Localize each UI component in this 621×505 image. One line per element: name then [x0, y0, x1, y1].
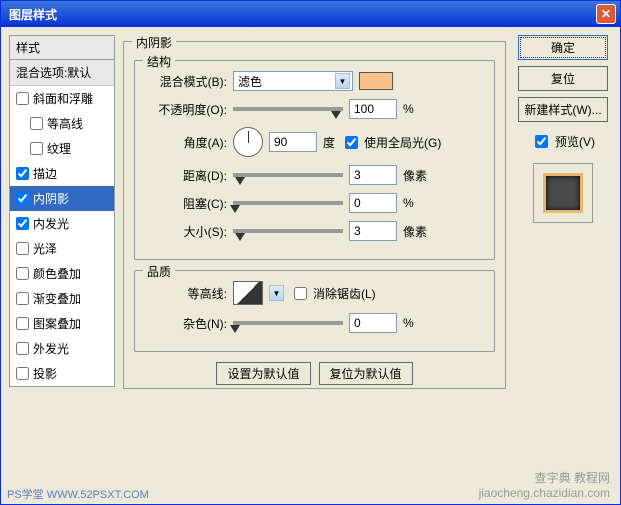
style-item[interactable]: 光泽 [10, 236, 114, 261]
antialias-checkbox[interactable]: 消除锯齿(L) [290, 284, 376, 303]
angle-input[interactable] [269, 132, 317, 152]
set-default-button[interactable]: 设置为默认值 [216, 362, 310, 385]
structure-group: 结构 混合模式(B): 滤色 ▼ 不透明度(O): % [134, 60, 495, 260]
style-label: 颜色叠加 [33, 265, 81, 282]
style-checkbox[interactable] [16, 367, 29, 380]
style-checkbox[interactable] [16, 342, 29, 355]
effect-title: 内阴影 [132, 34, 176, 51]
close-button[interactable]: ✕ [596, 4, 616, 24]
style-checkbox[interactable] [16, 217, 29, 230]
distance-slider[interactable] [233, 173, 343, 177]
styles-panel: 样式 混合选项:默认 斜面和浮雕等高线纹理描边内阴影内发光光泽颜色叠加渐变叠加图… [9, 35, 115, 496]
style-label: 外发光 [33, 340, 69, 357]
watermark-left: PS学堂 WWW.52PSXT.COM [7, 486, 149, 502]
quality-title: 品质 [143, 263, 175, 280]
style-label: 内阴影 [33, 190, 69, 207]
style-checkbox[interactable] [16, 167, 29, 180]
blend-mode-label: 混合模式(B): [147, 73, 227, 90]
watermark-right: 查字典 教程网 jiaocheng.chazidian.com [479, 469, 610, 500]
distance-input[interactable] [349, 165, 397, 185]
style-item[interactable]: 描边 [10, 161, 114, 186]
reset-default-button[interactable]: 复位为默认值 [319, 362, 413, 385]
blend-options-item[interactable]: 混合选项:默认 [10, 60, 114, 86]
choke-slider[interactable] [233, 201, 343, 205]
color-swatch[interactable] [359, 72, 393, 90]
cancel-button[interactable]: 复位 [518, 66, 608, 91]
styles-list: 混合选项:默认 斜面和浮雕等高线纹理描边内阴影内发光光泽颜色叠加渐变叠加图案叠加… [9, 60, 115, 387]
opacity-label: 不透明度(O): [147, 101, 227, 118]
preview-checkbox[interactable]: 预览(V) [531, 132, 595, 151]
style-checkbox[interactable] [16, 267, 29, 280]
quality-group: 品质 等高线: ▼ 消除锯齿(L) 杂色(N): % [134, 270, 495, 352]
noise-input[interactable] [349, 313, 397, 333]
size-slider[interactable] [233, 229, 343, 233]
global-light-checkbox[interactable]: 使用全局光(G) [341, 133, 441, 152]
size-label: 大小(S): [147, 223, 227, 240]
style-label: 纹理 [47, 140, 71, 157]
style-label: 光泽 [33, 240, 57, 257]
style-item[interactable]: 图案叠加 [10, 311, 114, 336]
style-label: 斜面和浮雕 [33, 90, 93, 107]
new-style-button[interactable]: 新建样式(W)... [518, 97, 608, 122]
style-checkbox[interactable] [30, 117, 43, 130]
distance-label: 距离(D): [147, 167, 227, 184]
choke-input[interactable] [349, 193, 397, 213]
angle-label: 角度(A): [147, 134, 227, 151]
style-label: 描边 [33, 165, 57, 182]
style-checkbox[interactable] [16, 292, 29, 305]
chevron-down-icon[interactable]: ▼ [269, 285, 284, 301]
blend-mode-select[interactable]: 滤色 ▼ [233, 71, 353, 91]
titlebar: 图层样式 ✕ [1, 1, 620, 27]
style-checkbox[interactable] [16, 192, 29, 205]
style-checkbox[interactable] [16, 242, 29, 255]
ok-button[interactable]: 确定 [518, 35, 608, 60]
structure-title: 结构 [143, 53, 175, 70]
style-item[interactable]: 颜色叠加 [10, 261, 114, 286]
settings-panel: 内阴影 结构 混合模式(B): 滤色 ▼ 不透明度(O): [123, 35, 506, 496]
preview-swatch [543, 173, 583, 213]
style-item[interactable]: 投影 [10, 361, 114, 386]
style-label: 等高线 [47, 115, 83, 132]
chevron-down-icon: ▼ [335, 73, 350, 89]
styles-header: 样式 [9, 35, 115, 60]
size-input[interactable] [349, 221, 397, 241]
window-title: 图层样式 [5, 6, 57, 23]
choke-label: 阻塞(C): [147, 195, 227, 212]
style-label: 渐变叠加 [33, 290, 81, 307]
opacity-slider[interactable] [233, 107, 343, 111]
style-item[interactable]: 渐变叠加 [10, 286, 114, 311]
style-item[interactable]: 纹理 [10, 136, 114, 161]
contour-picker[interactable] [233, 281, 263, 305]
contour-label: 等高线: [147, 285, 227, 302]
style-item[interactable]: 外发光 [10, 336, 114, 361]
style-item[interactable]: 内发光 [10, 211, 114, 236]
style-checkbox[interactable] [16, 92, 29, 105]
action-panel: 确定 复位 新建样式(W)... 预览(V) [514, 35, 612, 496]
preview-box [533, 163, 593, 223]
style-item[interactable]: 内阴影 [10, 186, 114, 211]
style-item[interactable]: 斜面和浮雕 [10, 86, 114, 111]
noise-label: 杂色(N): [147, 315, 227, 332]
style-checkbox[interactable] [16, 317, 29, 330]
style-label: 投影 [33, 365, 57, 382]
style-item[interactable]: 等高线 [10, 111, 114, 136]
angle-dial[interactable] [233, 127, 263, 157]
style-label: 图案叠加 [33, 315, 81, 332]
style-checkbox[interactable] [30, 142, 43, 155]
opacity-input[interactable] [349, 99, 397, 119]
style-label: 内发光 [33, 215, 69, 232]
noise-slider[interactable] [233, 321, 343, 325]
